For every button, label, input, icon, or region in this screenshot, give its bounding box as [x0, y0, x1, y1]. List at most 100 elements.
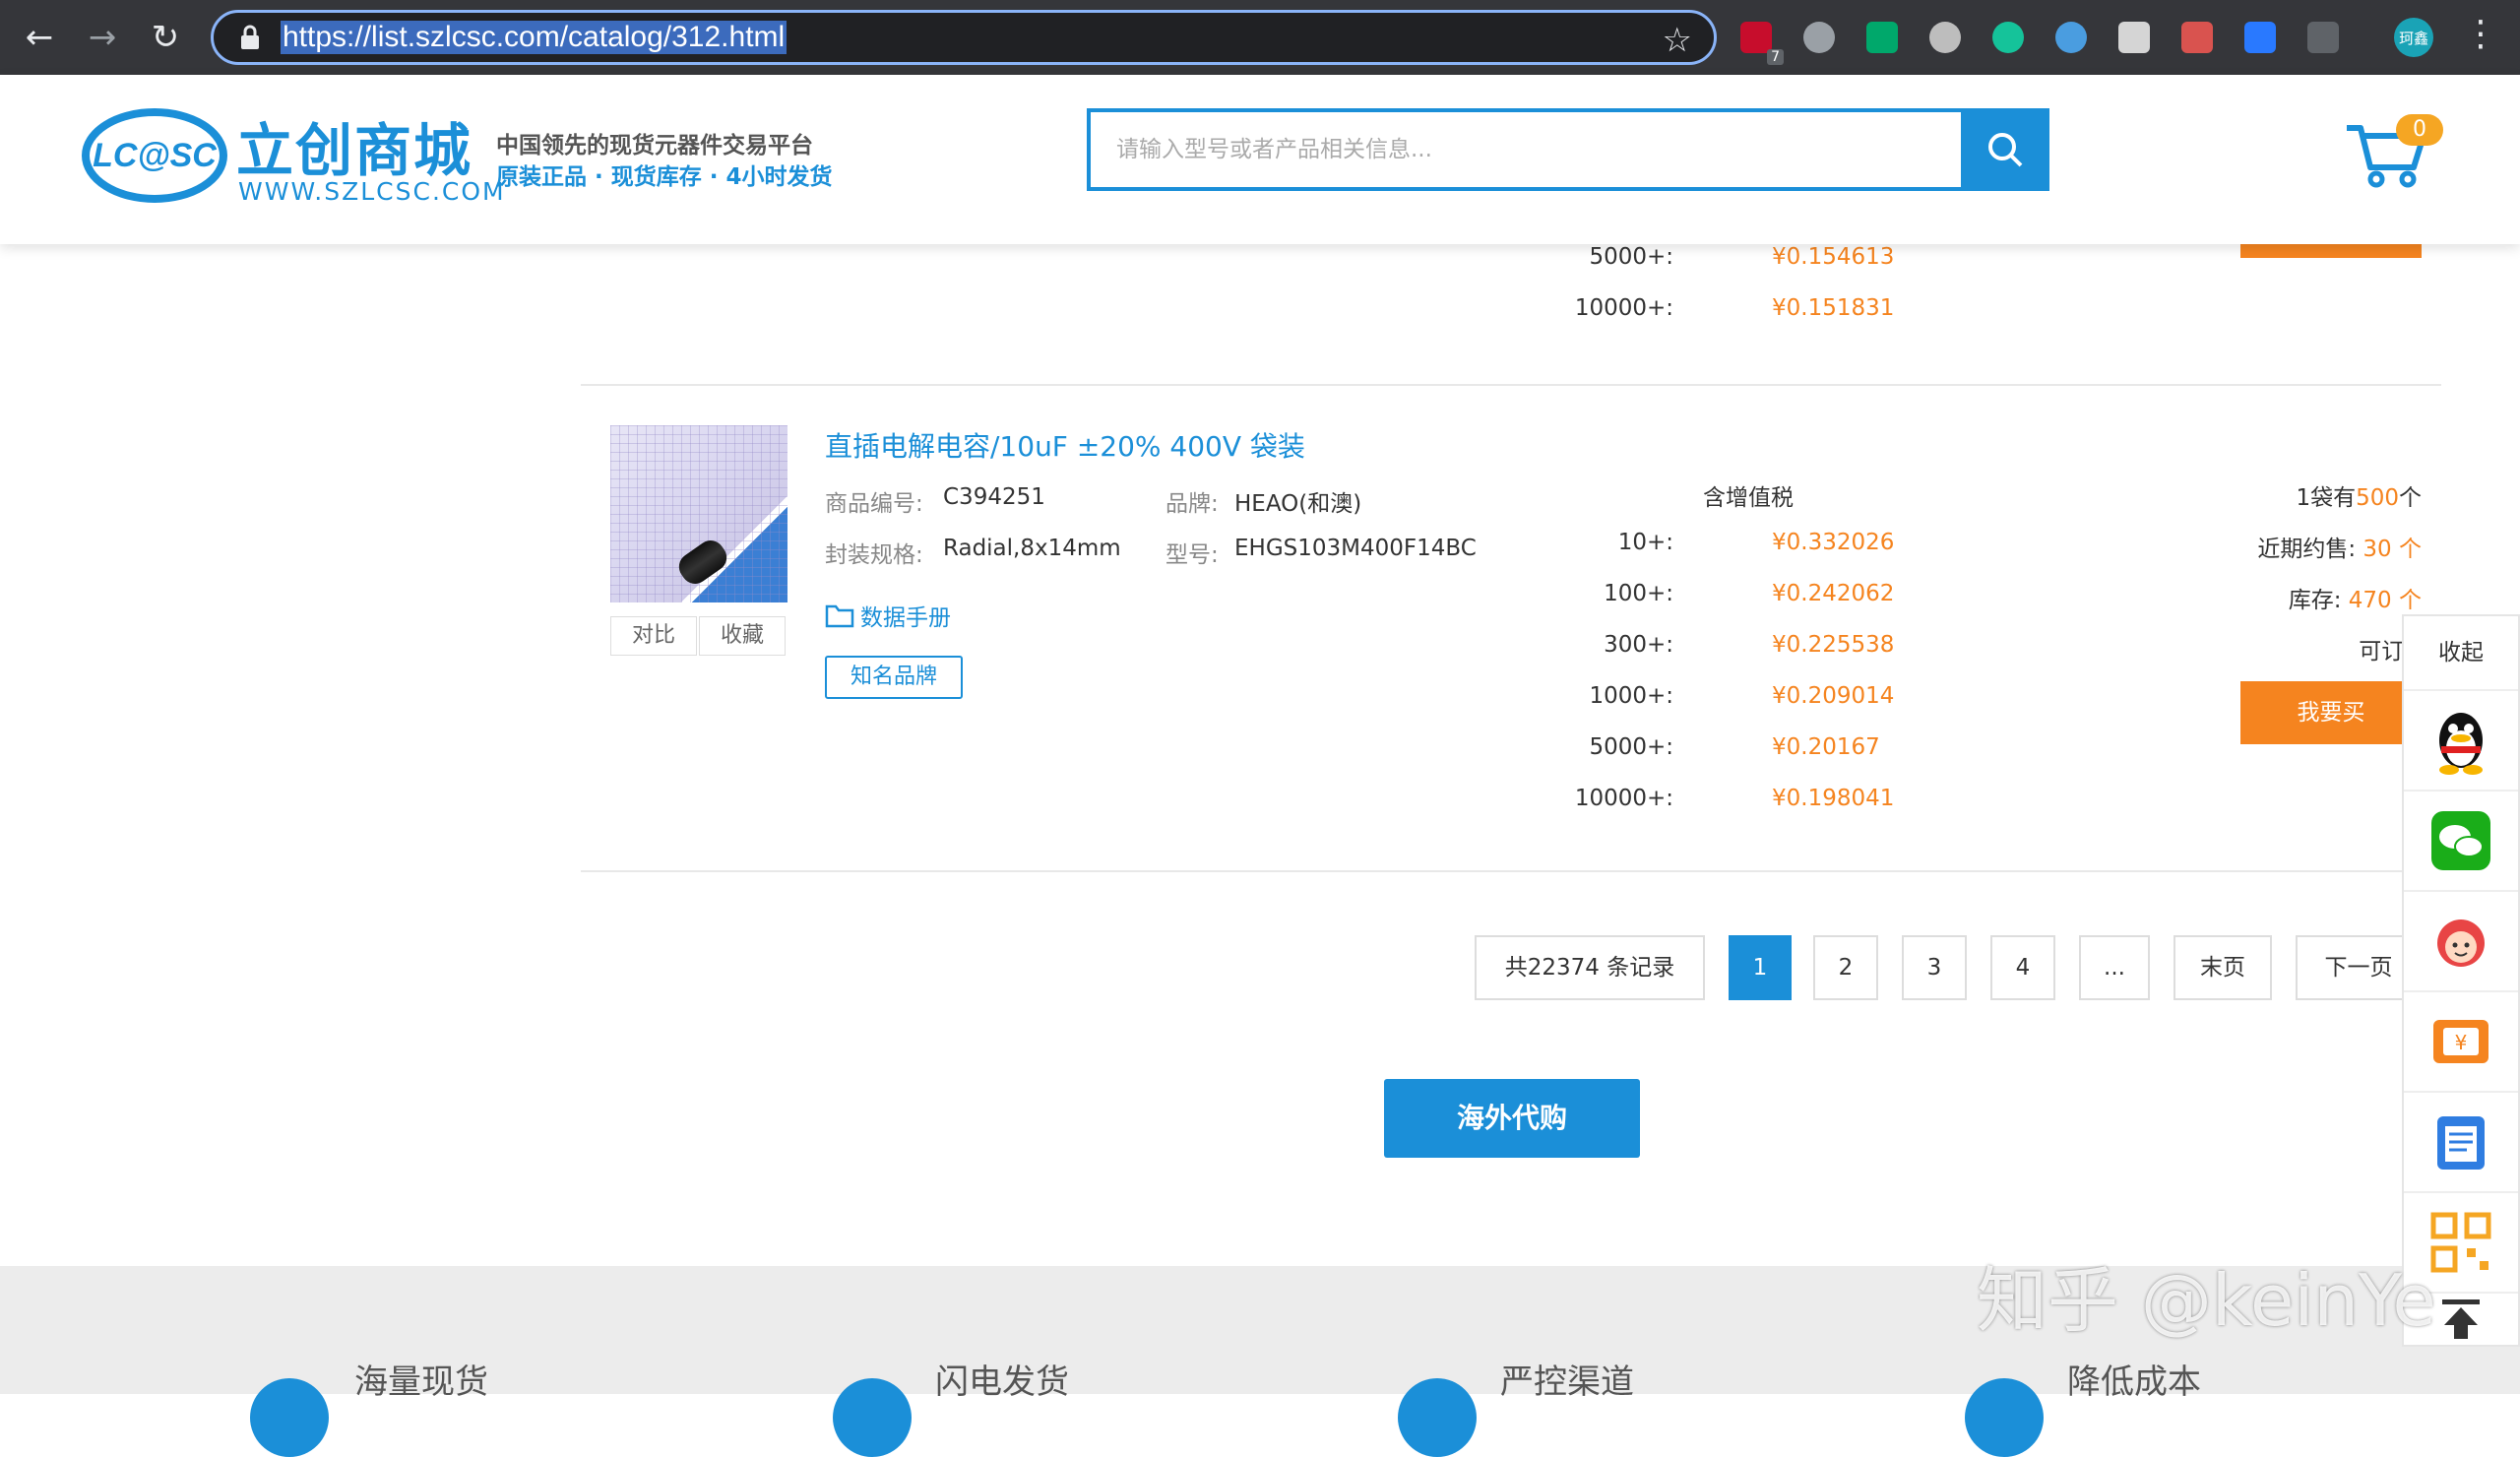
tampermonkey-icon[interactable] — [1866, 22, 1898, 53]
qq-icon[interactable] — [2404, 691, 2518, 792]
wechat-icon[interactable] — [2404, 792, 2518, 892]
price-tier: 5000+: ¥0.20167 — [1589, 734, 2008, 764]
lock-icon — [241, 25, 259, 49]
logo-text: LC@SC — [93, 137, 217, 174]
abp-badge: 7 — [1767, 49, 1784, 65]
slogan-line-1: 中国领先的现货元器件交易平台 — [496, 133, 813, 158]
price-tier: 10000+: ¥0.198041 — [1575, 786, 2008, 815]
tier-qty: 300+: — [1604, 632, 1673, 658]
feature-label: 海量现货 — [354, 1362, 488, 1402]
service-icon[interactable] — [2404, 892, 2518, 992]
feature-label: 降低成本 — [2067, 1362, 2201, 1402]
site-header: LC@SC 立创商城 WWW.SZLCSC.COM 中国领先的现货元器件交易平台… — [0, 75, 2520, 244]
tier-price: ¥0.20167 — [1772, 734, 1880, 760]
tier-qty: 1000+: — [1589, 683, 1673, 709]
reload-icon[interactable]: ↻ — [142, 14, 189, 61]
grammarly-icon[interactable] — [1992, 22, 2024, 53]
page-1-button[interactable]: 1 — [1729, 935, 1792, 1000]
previous-price-tier: 10000+: ¥0.151831 — [1516, 295, 2008, 325]
coupon-icon[interactable]: ¥ — [2404, 992, 2518, 1093]
avatar[interactable]: 珂鑫 — [2394, 18, 2433, 57]
search-button[interactable] — [1961, 108, 2049, 191]
cart-count-badge: 0 — [2396, 114, 2443, 146]
price-tier: 300+: ¥0.225538 — [1595, 632, 2008, 662]
pack-suffix: 个 — [2399, 485, 2422, 511]
bookmark-star-icon[interactable]: ☆ — [1663, 21, 1692, 60]
feature-label: 严控渠道 — [1500, 1362, 1634, 1402]
last-page-button[interactable]: 末页 — [2174, 935, 2272, 1000]
tier-qty: 10+: — [1617, 530, 1673, 555]
tier-qty: 10000+: — [1574, 786, 1673, 811]
page-2-button[interactable]: 2 — [1813, 935, 1878, 1000]
pack-prefix: 1袋有 — [2296, 485, 2357, 511]
tier-qty: 5000+: — [1589, 244, 1673, 270]
search-input[interactable] — [1091, 112, 1965, 187]
extensions-bar: 7 — [1740, 16, 2370, 65]
floating-sidebar: 收起 ¥ — [2402, 614, 2520, 1347]
a-icon[interactable] — [2181, 22, 2213, 53]
feather-icon[interactable] — [2055, 22, 2087, 53]
compare-button[interactable]: 对比 — [610, 616, 697, 656]
stock-info: 库存: 470 个 — [2166, 581, 2422, 614]
brand-value[interactable]: HEAO(和澳) — [1234, 484, 1361, 518]
divider — [581, 870, 2441, 872]
product-image[interactable] — [610, 425, 788, 602]
sku-label: 商品编号: — [825, 491, 923, 517]
total-records: 共22374 条记录 — [1475, 935, 1705, 1000]
page-4-button[interactable]: 4 — [1990, 935, 2055, 1000]
feature-label: 闪电发货 — [935, 1362, 1069, 1402]
package-label: 封装规格: — [825, 542, 923, 568]
address-bar[interactable]: https://list.szlcsc.com/catalog/312.html… — [211, 10, 1717, 65]
previous-price-tier: 5000+: ¥0.154613 — [1516, 244, 2008, 274]
watermark: 知乎 @keinYe — [1977, 1259, 2436, 1342]
recent-sales: 近期约售: 30 个 — [2166, 530, 2422, 563]
search-icon — [1988, 133, 2023, 167]
tier-price: ¥0.209014 — [1772, 683, 1895, 709]
tier-qty: 10000+: — [1574, 295, 1673, 321]
tier-qty: 5000+: — [1589, 734, 1673, 760]
stock-value: 470 个 — [2348, 588, 2422, 613]
printer-icon[interactable] — [2118, 22, 2150, 53]
collapse-button[interactable]: 收起 — [2404, 616, 2518, 691]
datasheet-link[interactable]: 数据手册 — [825, 599, 951, 632]
s-icon[interactable] — [1929, 22, 1961, 53]
svg-text:¥: ¥ — [2455, 1031, 2468, 1054]
page-3-button[interactable]: 3 — [1902, 935, 1967, 1000]
tier-price: ¥0.198041 — [1772, 786, 1895, 811]
logo-site: WWW.SZLCSC.COM — [238, 177, 506, 206]
abp-icon[interactable]: 7 — [1740, 22, 1784, 65]
page-ellipsis: ... — [2079, 935, 2150, 1000]
feature-icon — [250, 1378, 329, 1457]
url-text[interactable]: https://list.szlcsc.com/catalog/312.html — [281, 21, 788, 54]
browser-toolbar: ← → ↻ https://list.szlcsc.com/catalog/31… — [0, 0, 2520, 75]
back-icon[interactable]: ← — [16, 14, 63, 61]
divider — [581, 384, 2441, 386]
price-tier: 10+: ¥0.332026 — [1595, 530, 2008, 559]
tier-price: ¥0.242062 — [1772, 581, 1895, 606]
tier-price: ¥0.225538 — [1772, 632, 1895, 658]
forward-icon[interactable]: → — [79, 14, 126, 61]
overseas-purchase-button[interactable]: 海外代购 — [1384, 1079, 1640, 1158]
favorite-button[interactable]: 收藏 — [699, 616, 786, 656]
notes-icon[interactable] — [2404, 1093, 2518, 1193]
tier-price: ¥0.154613 — [1772, 244, 1895, 270]
stock-label: 库存: — [2288, 588, 2342, 613]
product-title[interactable]: 直插电解电容/10uF ±20% 400V 袋装 — [825, 425, 1305, 465]
menu-icon[interactable]: ⋮ — [2463, 14, 2498, 54]
feature-icon — [1398, 1378, 1477, 1457]
pack-count: 500 — [2356, 485, 2399, 511]
circle-icon[interactable] — [1803, 22, 1835, 53]
brand-label: 品牌: — [1166, 491, 1219, 517]
orderable-label: 可订: — [2359, 639, 2412, 665]
pocket-icon[interactable] — [2244, 22, 2276, 53]
model-label: 型号: — [1166, 542, 1219, 568]
package-value: Radial,8x14mm — [943, 536, 1121, 561]
slogan-line-2: 原装正品 · 现货库存 · 4小时发货 — [496, 164, 833, 190]
logo-brand[interactable]: 立创商城 — [236, 104, 472, 187]
recent-value: 30 个 — [2362, 537, 2422, 562]
logo-icon[interactable]: LC@SC — [81, 104, 228, 207]
shield-icon[interactable] — [2307, 22, 2339, 53]
sku-value: C394251 — [943, 484, 1045, 510]
datasheet-label: 数据手册 — [860, 605, 951, 631]
buy-button[interactable]: 我要买 — [2240, 681, 2422, 744]
